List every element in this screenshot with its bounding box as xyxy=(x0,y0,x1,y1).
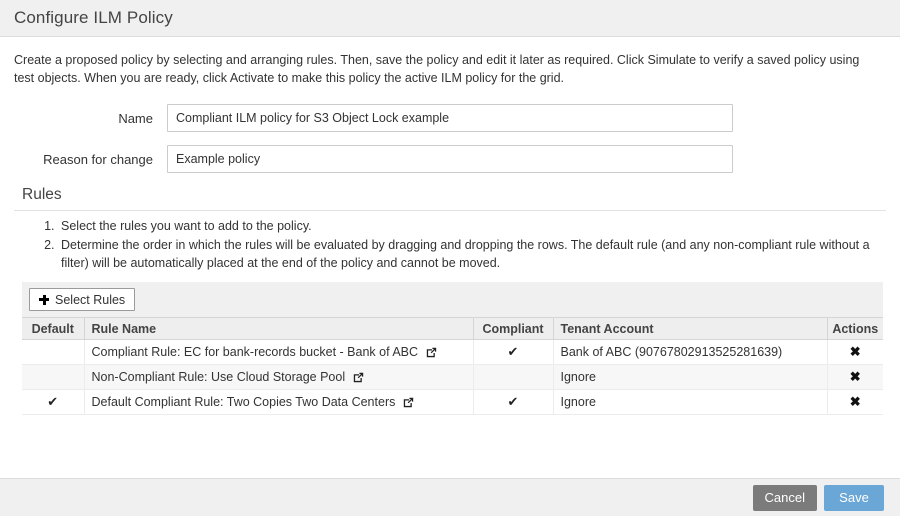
rules-table-body: Compliant Rule: EC for bank-records buck… xyxy=(22,340,883,415)
rule-name-text: Compliant Rule: EC for bank-records buck… xyxy=(92,345,419,359)
policy-form: Name Reason for change xyxy=(14,104,886,173)
select-rules-button-label: Select Rules xyxy=(55,293,125,307)
compliant-check-icon: ✔ xyxy=(508,344,519,359)
rules-table: Default Rule Name Compliant Tenant Accou… xyxy=(22,317,883,415)
cell-compliant xyxy=(473,365,553,390)
column-header-actions: Actions xyxy=(827,318,883,340)
compliant-check-icon: ✔ xyxy=(508,394,519,409)
external-link-icon[interactable] xyxy=(403,397,414,408)
cell-actions: ✖ xyxy=(827,340,883,365)
configure-ilm-policy-page: Configure ILM Policy Create a proposed p… xyxy=(0,0,900,516)
cell-actions: ✖ xyxy=(827,390,883,415)
cell-rule-name: Compliant Rule: EC for bank-records buck… xyxy=(84,340,473,365)
dialog-footer: Cancel Save xyxy=(0,478,900,516)
select-rules-button[interactable]: Select Rules xyxy=(29,288,135,311)
save-button[interactable]: Save xyxy=(824,485,884,511)
table-row[interactable]: ✔ Default Compliant Rule: Two Copies Two… xyxy=(22,390,883,415)
rule-name-text: Default Compliant Rule: Two Copies Two D… xyxy=(92,395,396,409)
cell-tenant-account: Bank of ABC (90767802913525281639) xyxy=(553,340,827,365)
cell-compliant: ✔ xyxy=(473,340,553,365)
name-field-label: Name xyxy=(14,111,167,126)
rules-instructions-list: Select the rules you want to add to the … xyxy=(14,217,886,272)
rules-toolbar: Select Rules xyxy=(22,282,883,317)
external-link-icon[interactable] xyxy=(426,347,437,358)
reason-for-change-input[interactable] xyxy=(167,145,733,173)
window-titlebar: Configure ILM Policy xyxy=(0,0,900,37)
rules-instruction-item: Select the rules you want to add to the … xyxy=(58,217,886,235)
rules-table-header: Default Rule Name Compliant Tenant Accou… xyxy=(22,318,883,340)
rule-name-text: Non-Compliant Rule: Use Cloud Storage Po… xyxy=(92,370,346,384)
rules-table-panel: Select Rules Default Rule Name Compliant xyxy=(22,282,883,415)
rules-section-heading: Rules xyxy=(14,186,886,211)
cell-default xyxy=(22,340,84,365)
external-link-icon[interactable] xyxy=(353,372,364,383)
table-row[interactable]: Compliant Rule: EC for bank-records buck… xyxy=(22,340,883,365)
policy-name-input[interactable] xyxy=(167,104,733,132)
column-header-rule-name[interactable]: Rule Name xyxy=(84,318,473,340)
reason-field-label: Reason for change xyxy=(14,152,167,167)
cell-rule-name: Non-Compliant Rule: Use Cloud Storage Po… xyxy=(84,365,473,390)
page-content: Create a proposed policy by selecting an… xyxy=(0,37,900,478)
cancel-button[interactable]: Cancel xyxy=(753,485,817,511)
cell-actions: ✖ xyxy=(827,365,883,390)
plus-icon xyxy=(39,295,49,305)
page-title: Configure ILM Policy xyxy=(14,8,173,28)
cell-default xyxy=(22,365,84,390)
remove-rule-icon[interactable]: ✖ xyxy=(850,344,861,359)
cell-tenant-account: Ignore xyxy=(553,365,827,390)
cell-tenant-account: Ignore xyxy=(553,390,827,415)
cell-compliant: ✔ xyxy=(473,390,553,415)
intro-description: Create a proposed policy by selecting an… xyxy=(14,51,876,87)
column-header-compliant[interactable]: Compliant xyxy=(473,318,553,340)
cell-rule-name: Default Compliant Rule: Two Copies Two D… xyxy=(84,390,473,415)
remove-rule-icon[interactable]: ✖ xyxy=(850,394,861,409)
rules-instruction-item: Determine the order in which the rules w… xyxy=(58,236,886,272)
table-row[interactable]: Non-Compliant Rule: Use Cloud Storage Po… xyxy=(22,365,883,390)
column-header-default[interactable]: Default xyxy=(22,318,84,340)
name-field-row: Name xyxy=(14,104,886,132)
table-header-row: Default Rule Name Compliant Tenant Accou… xyxy=(22,318,883,340)
column-header-tenant-account[interactable]: Tenant Account xyxy=(553,318,827,340)
remove-rule-icon[interactable]: ✖ xyxy=(850,369,861,384)
default-check-icon: ✔ xyxy=(47,394,58,409)
reason-field-row: Reason for change xyxy=(14,145,886,173)
cell-default: ✔ xyxy=(22,390,84,415)
